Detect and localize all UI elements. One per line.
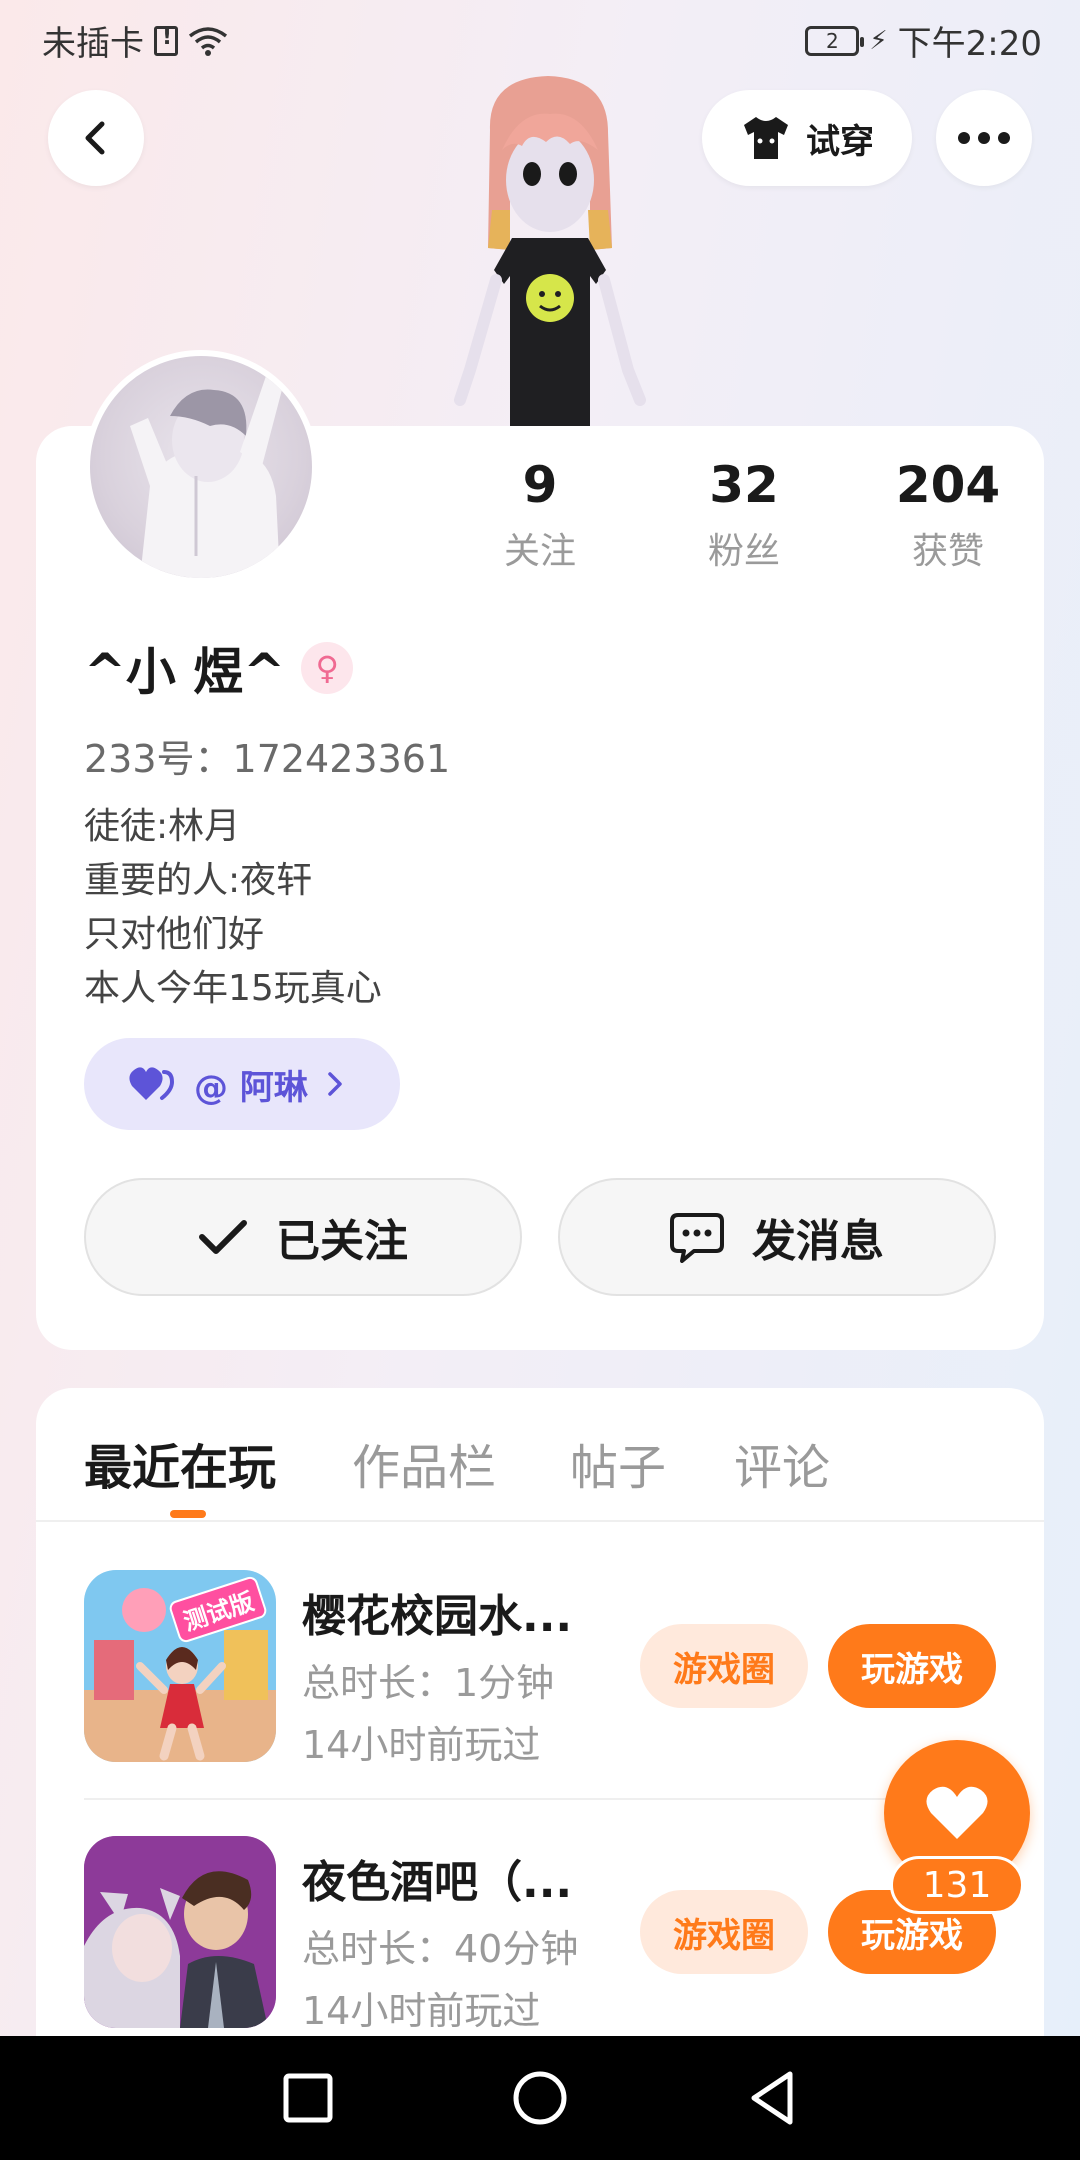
more-button[interactable] — [936, 90, 1032, 186]
game-circle-button[interactable]: 游戏圈 — [640, 1624, 808, 1708]
stat-likes-value: 204 — [895, 456, 1001, 514]
battery-icon: 2 — [805, 25, 865, 56]
tab-works[interactable]: 作品栏 — [352, 1428, 496, 1498]
clock: 下午2:20 — [897, 24, 1042, 64]
chevron-left-icon — [85, 121, 105, 155]
profile-stats: 9 关注 32 粉丝 204 获赞 — [450, 456, 1020, 586]
game-icon[interactable] — [84, 1836, 276, 2028]
stat-following-label: 关注 — [503, 531, 576, 572]
profile-tabs: 最近在玩 作品栏 帖子 评论 — [36, 1388, 1044, 1522]
stat-likes-label: 获赞 — [911, 531, 984, 572]
game-last-played: 14小时前玩过 — [302, 1723, 541, 1767]
bio: 徒徒:林月 重要的人:夜轩 只对他们好 本人今年15玩真心 — [84, 800, 382, 1016]
female-gender-icon: ♀ — [301, 642, 354, 694]
status-bar: 未插卡 2 ⚡ 下午2:20 — [0, 0, 1080, 76]
recent-apps-icon[interactable] — [276, 2066, 340, 2130]
game-title: 夜色酒吧（... — [302, 1857, 573, 1908]
game-row[interactable]: 测试版 樱花校园水... 总时长：1分钟 14小时前玩过 游戏圈 玩游戏 — [84, 1570, 1024, 1790]
game-last-played: 14小时前玩过 — [302, 1989, 541, 2033]
heart-icon — [926, 1786, 988, 1839]
bio-line: 重要的人:夜轩 — [84, 860, 313, 901]
uid-label: 233号： — [84, 737, 233, 781]
uid-value: 172423361 — [232, 737, 451, 781]
avatar-image — [130, 376, 284, 578]
game-title: 樱花校园水... — [302, 1591, 573, 1642]
send-message-label: 发消息 — [752, 1216, 884, 1267]
system-nav-bar — [0, 2036, 1080, 2160]
carrier-text: 未插卡 — [42, 24, 144, 64]
user-id[interactable]: 233号：172423361 — [84, 728, 450, 783]
followed-button[interactable]: 已关注 — [84, 1178, 522, 1296]
sim-alert-icon — [154, 25, 178, 56]
bond-tag[interactable]: @ 阿琳 — [84, 1038, 400, 1130]
active-tab-indicator — [170, 1510, 206, 1518]
bio-line: 只对他们好 — [84, 914, 265, 955]
profile-avatar[interactable] — [84, 350, 318, 584]
tab-recently-played[interactable]: 最近在玩 — [84, 1428, 276, 1498]
tab-comments[interactable]: 评论 — [734, 1428, 830, 1498]
stat-followers-label: 粉丝 — [707, 531, 780, 572]
double-heart-icon — [129, 1067, 175, 1100]
game-icon[interactable]: 测试版 — [84, 1570, 276, 1762]
tab-posts[interactable]: 帖子 — [570, 1428, 666, 1498]
wifi-icon — [188, 26, 228, 56]
chat-bubble-icon — [670, 1213, 724, 1263]
stat-likes[interactable]: 204 获赞 — [858, 456, 1038, 574]
battery-level: 2 — [826, 28, 839, 53]
try-on-label: 试穿 — [806, 121, 874, 162]
bio-line: 徒徒:林月 — [84, 806, 241, 847]
bio-line: 本人今年15玩真心 — [84, 968, 382, 1009]
home-icon[interactable] — [508, 2066, 572, 2130]
stat-following[interactable]: 9 关注 — [450, 456, 630, 574]
stat-followers-value: 32 — [709, 456, 779, 514]
followed-label: 已关注 — [276, 1216, 408, 1267]
avatar-3d-figure[interactable] — [430, 70, 670, 426]
chevron-right-icon — [328, 1072, 342, 1096]
game-duration: 总时长：40分钟 — [302, 1927, 579, 1971]
try-on-button[interactable]: 试穿 — [702, 90, 912, 186]
more-dots-icon — [958, 132, 1010, 144]
send-message-button[interactable]: 发消息 — [558, 1178, 996, 1296]
game-duration: 总时长：1分钟 — [302, 1661, 555, 1705]
game-row[interactable]: 夜色酒吧（... 总时长：40分钟 14小时前玩过 游戏圈 玩游戏 — [84, 1836, 1024, 2056]
row-divider — [84, 1798, 1024, 1800]
recent-games-card: 最近在玩 作品栏 帖子 评论 测试版 樱花校园水... 总时长：1分钟 14小时… — [36, 1388, 1044, 2148]
nickname-row: ^小 煜^ ♀ — [84, 632, 354, 704]
stat-followers[interactable]: 32 粉丝 — [654, 456, 834, 574]
back-nav-icon[interactable] — [740, 2066, 804, 2130]
game-circle-button[interactable]: 游戏圈 — [640, 1890, 808, 1974]
charging-icon: ⚡ — [869, 25, 888, 56]
checkmark-icon — [199, 1220, 247, 1254]
game-thumbnail — [84, 1836, 276, 2028]
nickname: ^小 煜^ — [84, 643, 286, 701]
play-game-button[interactable]: 玩游戏 — [828, 1624, 996, 1708]
back-button[interactable] — [48, 90, 144, 186]
like-count: 131 — [890, 1856, 1024, 1914]
stat-following-value: 9 — [522, 456, 558, 514]
bond-tag-label: @ 阿琳 — [194, 1067, 308, 1108]
tshirt-icon — [744, 117, 788, 159]
